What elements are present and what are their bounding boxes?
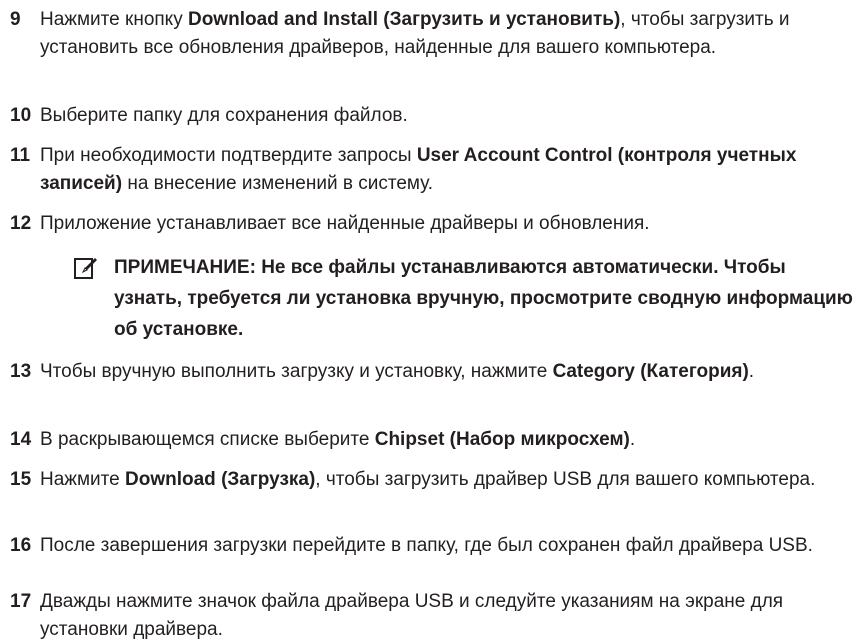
hardware-term: USB — [768, 535, 808, 556]
step-text-part: В раскрывающемся списке выберите — [40, 429, 375, 450]
step-number: 17 — [10, 591, 32, 612]
note-text: ПРИМЕЧАНИЕ: Не все файлы устанавливаются… — [114, 257, 853, 340]
pencil-note-icon — [74, 258, 97, 279]
step-text: Приложение устанавливает все найденные д… — [40, 210, 850, 238]
step-number: 12 — [10, 213, 32, 234]
step-text-part: Чтобы вручную выполнить загрузку и устан… — [40, 361, 553, 382]
step-text-part: После завершения загрузки перейдите в па… — [40, 535, 769, 556]
step-text-part: . — [629, 429, 636, 450]
step-number: 10 — [10, 105, 32, 126]
step-text-part: Выберите папку для сохранения файлов. — [40, 105, 408, 126]
step-text-part: , чтобы загрузить драйвер — [315, 469, 554, 490]
step-text-part: Нажмите — [40, 469, 126, 490]
step-text: Выберите папку для сохранения файлов. — [40, 102, 850, 130]
step-text-part: При необходимости подтвердите запросы — [40, 145, 417, 166]
document-page: 9 Нажмите кнопку Download and Install (З… — [0, 0, 859, 641]
step-text: Чтобы вручную выполнить загрузку и устан… — [40, 358, 850, 386]
step-text-part: Приложение устанавливает все найденные д… — [40, 213, 650, 234]
step-text-part: на внесение изменений в систему. — [122, 173, 434, 194]
ui-term: Download and Install (Загрузить и устано… — [187, 9, 621, 30]
step-number: 9 — [10, 9, 21, 30]
step-number: 15 — [10, 469, 32, 490]
hardware-term: USB — [553, 469, 593, 490]
step-number: 14 — [10, 429, 32, 450]
step-text-part: . — [807, 535, 813, 556]
step-number: 13 — [10, 361, 32, 382]
step-text-part: Нажмите кнопку — [40, 9, 188, 30]
step-text: После завершения загрузки перейдите в па… — [40, 532, 850, 560]
step-text-part: для вашего компьютера. — [592, 469, 816, 490]
step-text-part: Дважды нажмите значок файла драйвера — [40, 591, 415, 612]
ui-term: Category (Категория) — [552, 361, 749, 382]
step-text: Дважды нажмите значок файла драйвера USB… — [40, 588, 850, 644]
step-number: 11 — [10, 145, 31, 166]
step-text: В раскрывающемся списке выберите Chipset… — [40, 426, 850, 454]
step-text: При необходимости подтвердите запросы Us… — [40, 142, 850, 198]
step-text: Нажмите Download (Загрузка), чтобы загру… — [40, 466, 850, 494]
step-number: 16 — [10, 535, 32, 556]
hardware-term: USB — [414, 591, 454, 612]
ui-term: Download (Загрузка) — [125, 469, 316, 490]
ui-term: Chipset (Набор микросхем) — [374, 429, 630, 450]
step-text-part: . — [748, 361, 755, 382]
step-text: Нажмите кнопку Download and Install (Заг… — [40, 6, 850, 62]
